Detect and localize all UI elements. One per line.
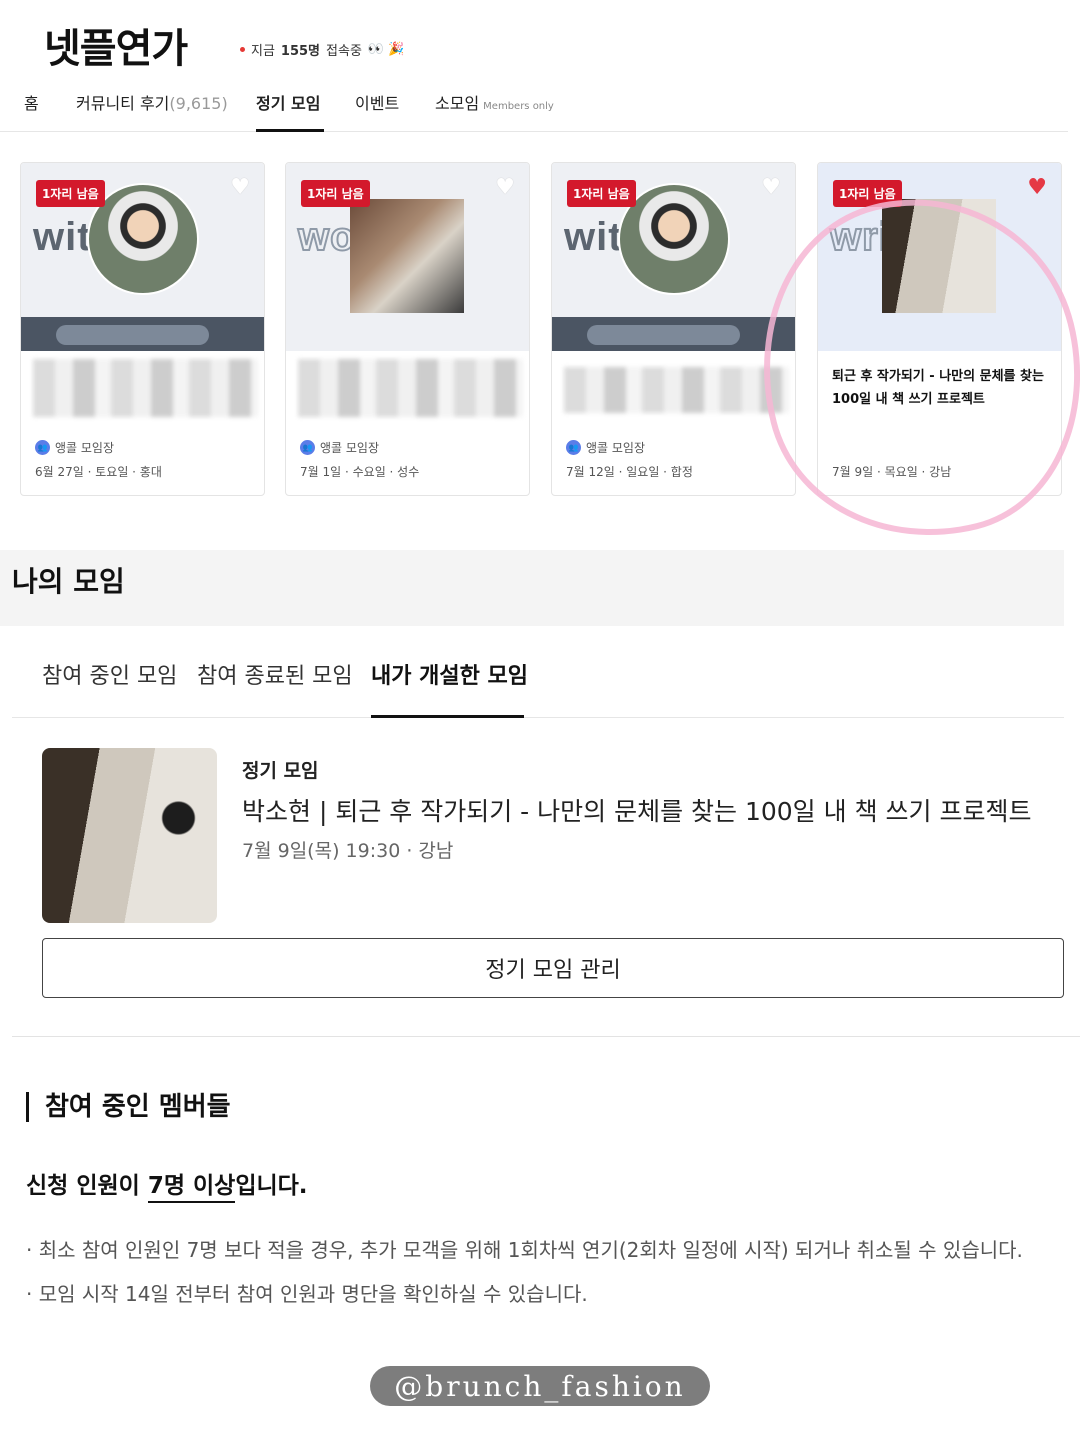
members-only-tag: Members only	[483, 101, 554, 112]
my-section-header-bg	[0, 550, 1064, 626]
heart-icon[interactable]: ♥	[761, 177, 781, 199]
online-indicator: 지금 155명 접속중 👀 🎉	[240, 40, 404, 59]
spots-left-badge: 1자리 남음	[567, 180, 636, 207]
people-icon: 👥	[300, 440, 315, 455]
nav-regular-meetings[interactable]: 정기 모임	[256, 90, 324, 132]
my-meetings-panel: 참여 중인 모임 참여 종료된 모임 내가 개설한 모임 정기 모임 박소현 |…	[12, 628, 1064, 1008]
nav-community-label: 커뮤니티 후기	[76, 94, 170, 113]
card-date: 6월 27일 · 토요일 · 홍대	[35, 465, 162, 479]
card-host-label: 앵콜 모임장	[586, 441, 646, 455]
main-nav: 홈 커뮤니티 후기(9,615) 정기 모임 이벤트 소모임 Members on…	[0, 78, 1068, 132]
people-icon: 👥	[566, 440, 581, 455]
members-subtitle-highlight: 7명 이상	[147, 1173, 236, 1203]
meeting-card-list: with 1자리 남음 ♥ 👥 앵콜 모임장 6월 27일 · 토요일 · 홍대…	[20, 162, 1064, 496]
nav-regular-label: 정기 모임	[256, 94, 321, 113]
card-host: 👥 앵콜 모임장	[566, 439, 645, 456]
blurred-title	[33, 359, 258, 417]
members-subtitle-c: 입니다.	[235, 1173, 308, 1199]
site-logo[interactable]: 넷플연가	[44, 16, 188, 74]
members-title: 참여 중인 멤버들	[26, 1092, 231, 1122]
meeting-card-writing[interactable]: write 1자리 남음 ♥ 퇴근 후 작가되기 - 나만의 문체를 찾는 10…	[817, 162, 1062, 496]
online-suffix: 접속중	[326, 44, 362, 59]
online-prefix: 지금	[251, 44, 275, 59]
meeting-card[interactable]: with 1자리 남음 ♥ 👥 앵콜 모임장 6월 27일 · 토요일 · 홍대	[20, 162, 265, 496]
live-dot-icon	[240, 47, 245, 52]
nav-community-count: (9,615)	[169, 94, 228, 113]
members-subtitle: 신청 인원이 7명 이상입니다.	[26, 1166, 308, 1203]
members-note: · 모임 시작 14일 전부터 참여 인원과 명단을 확인하실 수 있습니다.	[26, 1282, 588, 1306]
site-header: 넷플연가 지금 155명 접속중 👀 🎉 홈 커뮤니티 후기(9,615) 정기…	[0, 0, 1080, 135]
meeting-card[interactable]: with 1자리 남음 ♥ 👥 앵콜 모임장 7월 12일 · 일요일 · 합정	[551, 162, 796, 496]
people-icon: 👥	[35, 440, 50, 455]
card-host: 👥 앵콜 모임장	[300, 439, 379, 456]
reading-photo	[882, 199, 996, 313]
tab-ended[interactable]: 참여 종료된 모임	[197, 658, 353, 718]
blurred-title	[564, 367, 789, 413]
manage-meeting-button[interactable]: 정기 모임 관리	[42, 938, 1064, 998]
members-note: · 최소 참여 인원인 7명 보다 적을 경우, 추가 모객을 위해 1회차씩 …	[26, 1238, 1023, 1262]
tab-participating[interactable]: 참여 중인 모임	[42, 658, 177, 718]
tab-created-by-me[interactable]: 내가 개설한 모임	[371, 658, 528, 718]
members-subtitle-a: 신청 인원이	[26, 1173, 148, 1199]
blurred-band-bar	[587, 325, 740, 345]
my-meetings-tabs: 참여 중인 모임 참여 종료된 모임 내가 개설한 모임	[12, 628, 1064, 718]
card-title: 퇴근 후 작가되기 - 나만의 문체를 찾는 100일 내 책 쓰기 프로젝트	[832, 369, 1044, 407]
card-host: 👥 앵콜 모임장	[35, 439, 114, 456]
group-photo	[350, 199, 464, 313]
card-date: 7월 12일 · 일요일 · 합정	[566, 465, 693, 479]
watermark: @brunch_fashion	[370, 1366, 710, 1406]
blurred-title	[298, 359, 523, 417]
heart-icon[interactable]: ♥	[495, 177, 515, 199]
meeting-photo[interactable]	[42, 748, 217, 923]
thumbnail-band	[552, 317, 795, 351]
online-count: 155명	[280, 44, 321, 59]
nav-home-label: 홈	[24, 94, 39, 113]
card-host-label: 앵콜 모임장	[320, 441, 380, 455]
card-host-label: 앵콜 모임장	[55, 441, 115, 455]
spots-left-badge: 1자리 남음	[36, 180, 105, 207]
nav-events[interactable]: 이벤트	[355, 90, 399, 132]
meeting-card[interactable]: work 1자리 남음 ♥ 👥 앵콜 모임장 7월 1일 · 수요일 · 성수	[285, 162, 530, 496]
meeting-date: 7월 9일(목) 19:30 · 강남	[242, 840, 454, 862]
heart-icon-liked[interactable]: ♥	[1027, 177, 1047, 199]
card-date: 7월 9일 · 목요일 · 강남	[832, 465, 952, 479]
section-divider	[12, 1036, 1080, 1037]
blurred-band-bar	[56, 325, 209, 345]
nav-events-label: 이벤트	[355, 94, 400, 113]
spots-left-badge: 1자리 남음	[833, 180, 902, 207]
nav-home[interactable]: 홈	[24, 90, 39, 132]
meeting-type: 정기 모임	[242, 760, 319, 782]
thumbnail-band	[21, 317, 264, 351]
nav-small-groups-label: 소모임	[435, 94, 480, 113]
eyes-party-emoji-icon: 👀 🎉	[367, 42, 405, 57]
my-meetings-title: 나의 모임	[12, 565, 125, 598]
spots-left-badge: 1자리 남음	[301, 180, 370, 207]
nav-small-groups[interactable]: 소모임 Members only	[435, 90, 554, 132]
card-date: 7월 1일 · 수요일 · 성수	[300, 465, 420, 479]
meeting-title[interactable]: 박소현 | 퇴근 후 작가되기 - 나만의 문체를 찾는 100일 내 책 쓰기…	[242, 792, 1031, 828]
nav-community-reviews[interactable]: 커뮤니티 후기(9,615)	[76, 90, 228, 132]
heart-icon[interactable]: ♥	[230, 177, 250, 199]
